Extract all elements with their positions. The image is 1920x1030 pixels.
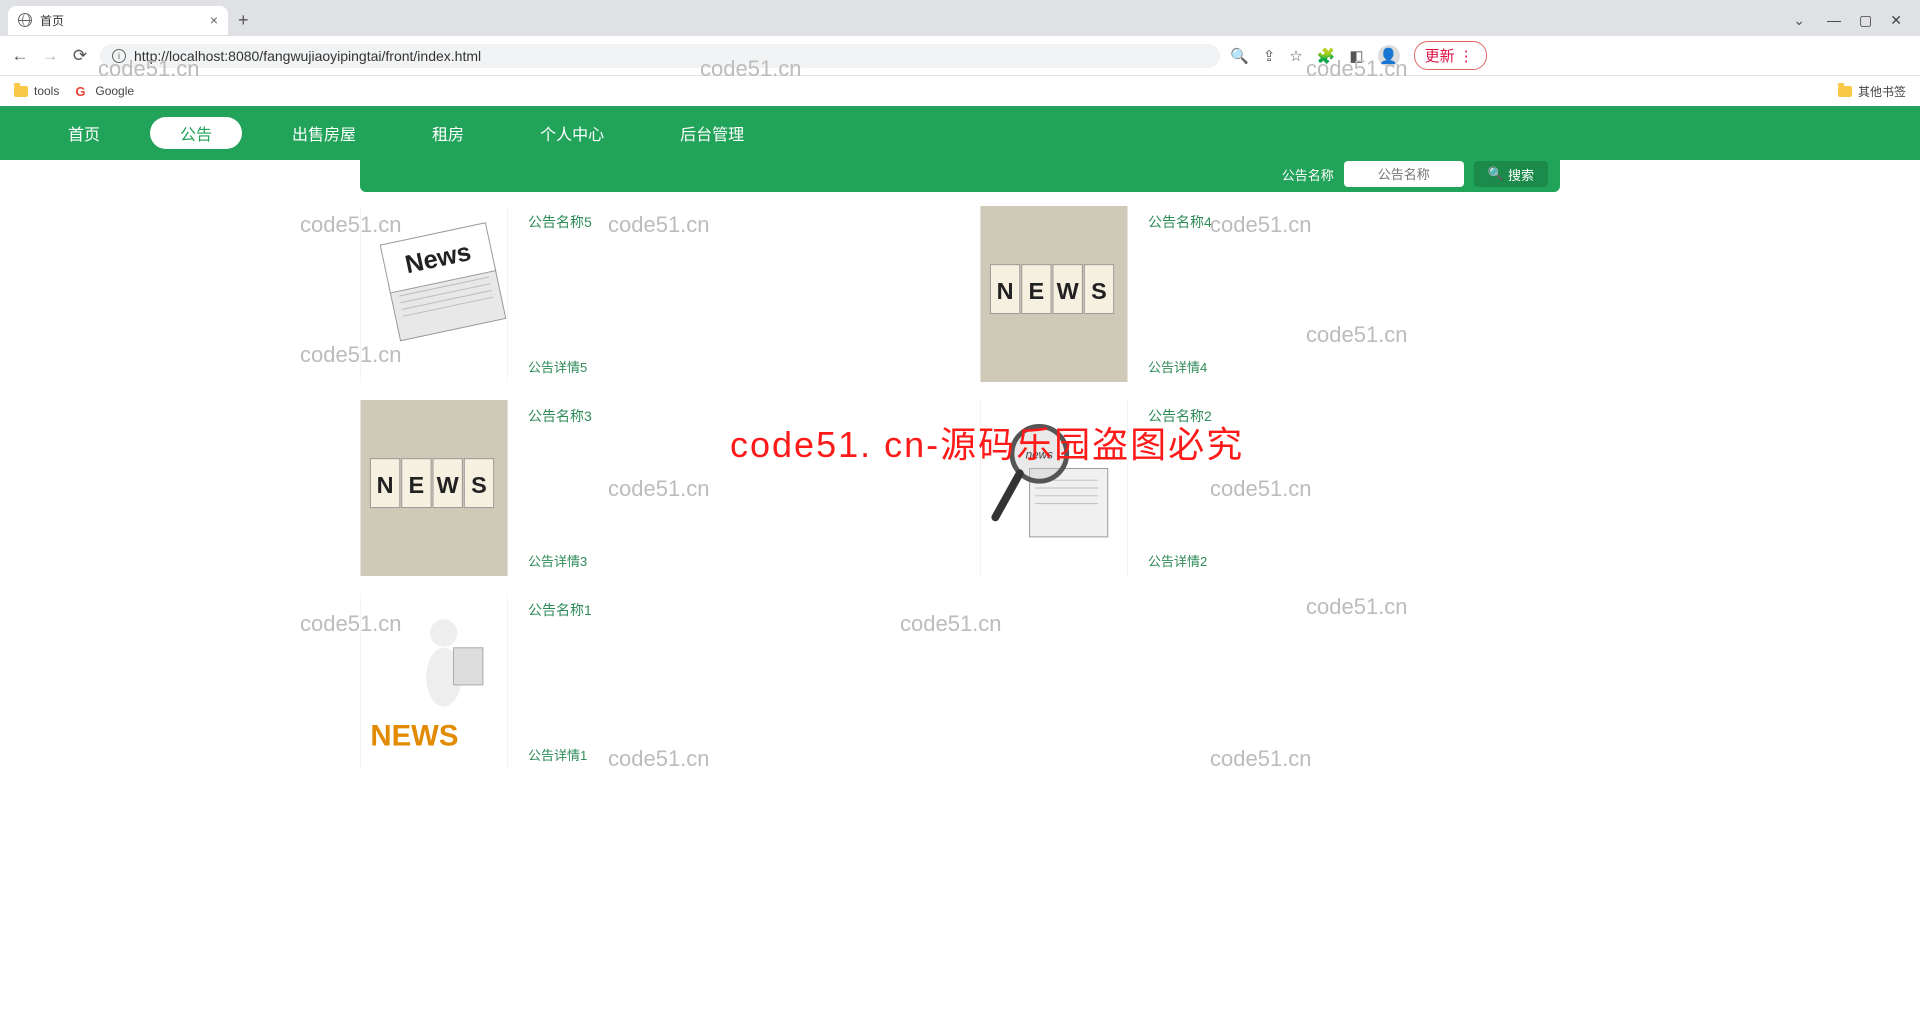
- svg-text:news: news: [1026, 449, 1053, 462]
- url-text: http://localhost:8080/fangwujiaoyipingta…: [134, 48, 481, 64]
- nav-profile[interactable]: 个人中心: [502, 106, 642, 160]
- bookmark-label: 其他书签: [1858, 83, 1906, 100]
- update-button-label: 更新: [1425, 45, 1455, 66]
- svg-text:W: W: [1057, 278, 1080, 304]
- update-button[interactable]: 更新 ⋮: [1414, 41, 1487, 70]
- announcement-card[interactable]: News 公告名称5 公告详情5: [360, 206, 940, 382]
- url-box[interactable]: i http://localhost:8080/fangwujiaoyiping…: [100, 44, 1220, 68]
- svg-text:N: N: [997, 278, 1014, 304]
- profile-icon[interactable]: 👤: [1378, 45, 1400, 67]
- announcement-detail: 公告详情4: [1148, 357, 1560, 376]
- browser-tab[interactable]: 首页 ×: [8, 6, 228, 35]
- svg-text:S: S: [1091, 278, 1107, 304]
- chevron-down-icon[interactable]: ⌄: [1793, 12, 1805, 29]
- svg-text:NEWS: NEWS: [370, 720, 458, 753]
- address-bar: ← → ⟳ i http://localhost:8080/fangwujiao…: [0, 36, 1920, 76]
- tab-bar: 首页 × + ⌄ — ▢ ✕: [0, 0, 1920, 36]
- bookmark-label: Google: [95, 84, 134, 98]
- extensions-icon[interactable]: 🧩: [1317, 47, 1336, 65]
- announcement-title: 公告名称3: [528, 406, 940, 426]
- svg-text:S: S: [471, 472, 487, 498]
- announcement-detail: 公告详情5: [528, 357, 940, 376]
- google-icon: G: [75, 84, 89, 98]
- announcement-detail: 公告详情3: [528, 551, 940, 570]
- bookmark-other[interactable]: 其他书签: [1838, 83, 1906, 100]
- svg-text:N: N: [377, 472, 394, 498]
- svg-text:W: W: [437, 472, 460, 498]
- search-input[interactable]: [1344, 161, 1464, 187]
- minimize-icon[interactable]: —: [1827, 12, 1841, 29]
- announcement-card[interactable]: NEWS 公告名称4 公告详情4: [980, 206, 1560, 382]
- menu-dots-icon: ⋮: [1459, 47, 1476, 65]
- nav-sell-house[interactable]: 出售房屋: [254, 106, 394, 160]
- svg-text:E: E: [1029, 278, 1045, 304]
- close-window-icon[interactable]: ✕: [1890, 12, 1902, 29]
- announcement-title: 公告名称2: [1148, 406, 1560, 426]
- bookmark-google[interactable]: G Google: [75, 84, 134, 98]
- announcement-title: 公告名称1: [528, 600, 940, 620]
- folder-icon: [1838, 86, 1852, 97]
- search-label: 公告名称: [1282, 165, 1334, 184]
- site-info-icon[interactable]: i: [112, 49, 126, 63]
- announcement-card[interactable]: news 公告名称2 公告详情2: [980, 400, 1560, 576]
- forward-icon[interactable]: →: [40, 46, 60, 66]
- tab-title: 首页: [40, 12, 64, 29]
- search-button-label: 搜索: [1508, 165, 1534, 184]
- main-nav: 首页 公告 出售房屋 租房 个人中心 后台管理: [0, 106, 1920, 160]
- bookmarks-bar: tools G Google 其他书签: [0, 76, 1920, 106]
- nav-announcement[interactable]: 公告: [150, 117, 242, 149]
- new-tab-button[interactable]: +: [238, 10, 249, 31]
- announcement-title: 公告名称5: [528, 212, 940, 232]
- zoom-icon[interactable]: 🔍: [1230, 47, 1249, 65]
- back-icon[interactable]: ←: [10, 46, 30, 66]
- announcement-thumbnail: News: [360, 206, 508, 382]
- announcement-detail: 公告详情1: [528, 745, 940, 764]
- maximize-icon[interactable]: ▢: [1859, 12, 1872, 29]
- share-icon[interactable]: ⇪: [1263, 47, 1276, 65]
- window-controls: ⌄ — ▢ ✕: [1793, 12, 1912, 29]
- search-bar: 公告名称 🔍 搜索: [360, 156, 1560, 192]
- announcement-card[interactable]: NEWS 公告名称1 公告详情1: [360, 594, 940, 770]
- announcement-grid: News 公告名称5 公告详情5 NEWS 公告名称4 公告详情4 NEWS 公…: [360, 206, 1560, 770]
- announcement-thumbnail: NEWS: [980, 206, 1128, 382]
- announcement-detail: 公告详情2: [1148, 551, 1560, 570]
- close-icon[interactable]: ×: [210, 12, 218, 28]
- announcement-thumbnail: news: [980, 400, 1128, 576]
- nav-home[interactable]: 首页: [30, 106, 138, 160]
- folder-icon: [14, 86, 28, 97]
- search-icon: 🔍: [1488, 166, 1504, 182]
- star-icon[interactable]: ☆: [1289, 47, 1302, 65]
- announcement-card[interactable]: NEWS 公告名称3 公告详情3: [360, 400, 940, 576]
- announcement-thumbnail: NEWS: [360, 400, 508, 576]
- bookmark-label: tools: [34, 84, 59, 98]
- bookmark-tools[interactable]: tools: [14, 84, 59, 98]
- search-button[interactable]: 🔍 搜索: [1474, 161, 1548, 187]
- side-panel-icon[interactable]: ◧: [1349, 47, 1363, 65]
- globe-icon: [18, 13, 32, 27]
- nav-rent[interactable]: 租房: [394, 106, 502, 160]
- nav-admin[interactable]: 后台管理: [642, 106, 782, 160]
- announcement-thumbnail: NEWS: [360, 594, 508, 770]
- reload-icon[interactable]: ⟳: [70, 46, 90, 66]
- announcement-title: 公告名称4: [1148, 212, 1560, 232]
- svg-text:E: E: [409, 472, 425, 498]
